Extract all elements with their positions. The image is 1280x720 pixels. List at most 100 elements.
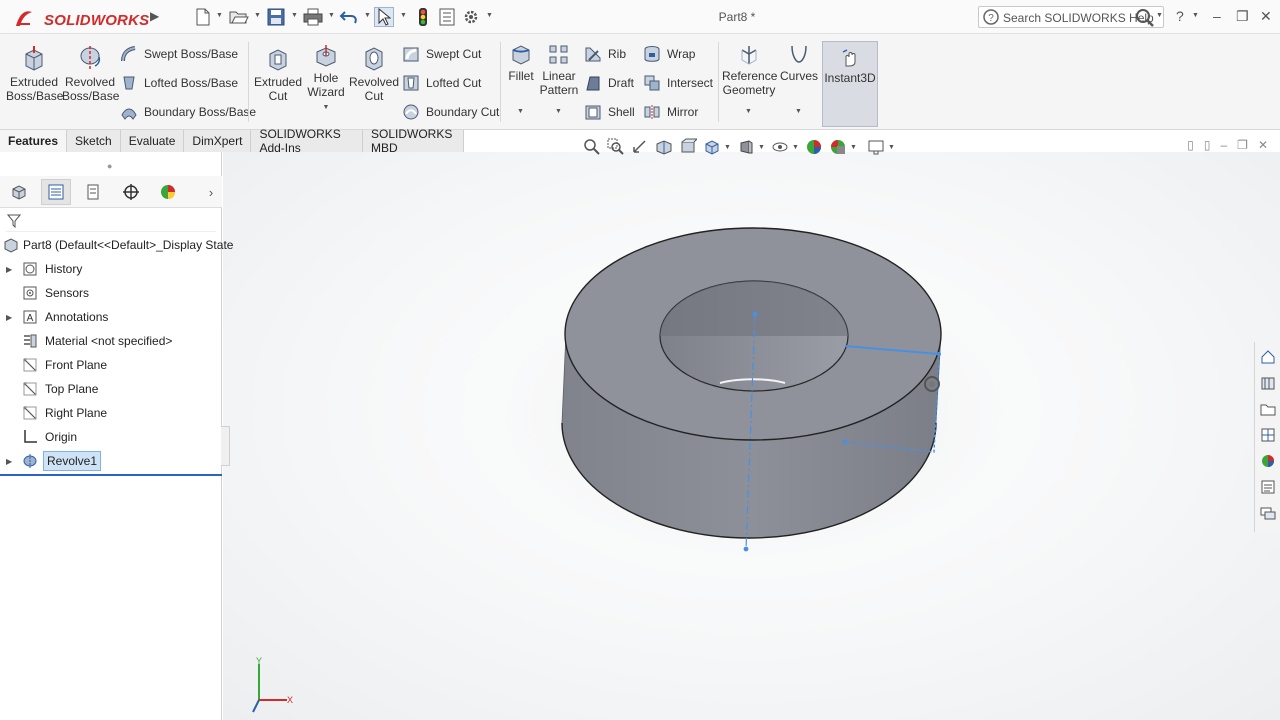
view-orientation-icon[interactable] [700, 137, 724, 157]
help-dropdown-caret[interactable]: ▼ [1192, 12, 1199, 19]
washer-part[interactable] [561, 227, 942, 539]
forum-icon[interactable] [1258, 502, 1278, 524]
lofted-cut-button[interactable]: Lofted Cut [402, 72, 481, 94]
tree-item-material[interactable]: Material <not specified> [0, 330, 222, 352]
search-dropdown-caret[interactable]: ▼ [1156, 12, 1163, 19]
dynamic-annotation-icon[interactable] [676, 137, 700, 157]
tab-solidworks-mbd[interactable]: SOLIDWORKS MBD [363, 127, 464, 155]
new-dropdown-caret[interactable]: ▼ [216, 12, 223, 19]
tab-sketch[interactable]: Sketch [67, 130, 121, 152]
save-icon[interactable] [266, 7, 286, 27]
expand-arrow-icon[interactable]: ▶ [6, 457, 12, 466]
extruded-boss-base-button[interactable]: Extruded Boss/Base [6, 44, 63, 103]
revolved-cut-button[interactable]: Revolved Cut [348, 44, 400, 103]
expand-arrow-icon[interactable]: ▶ [6, 313, 12, 322]
hole-wizard-button[interactable]: Hole Wizard ▼ [304, 44, 348, 115]
view-settings-caret[interactable]: ▼ [888, 144, 898, 151]
zoom-to-area-icon[interactable] [604, 137, 628, 157]
boundary-boss-base-button[interactable]: Boundary Boss/Base [120, 101, 256, 123]
tab-evaluate[interactable]: Evaluate [120, 130, 185, 152]
tree-item-annotations[interactable]: ▶ A Annotations [0, 306, 222, 328]
panel-right-icon[interactable]: ▯ [1204, 138, 1211, 152]
open-dropdown-caret[interactable]: ▼ [254, 12, 261, 19]
wrap-button[interactable]: Wrap [643, 43, 695, 65]
menu-expand-icon[interactable]: ▶ [150, 9, 159, 23]
options-dropdown-caret[interactable]: ▼ [486, 12, 493, 19]
mirror-button[interactable]: Mirror [643, 101, 698, 123]
view-palette-icon[interactable] [1258, 424, 1278, 446]
tree-item-sensors[interactable]: Sensors [0, 282, 222, 304]
open-document-icon[interactable] [229, 7, 249, 27]
rebuild-icon[interactable] [413, 7, 433, 27]
design-library-icon[interactable] [1258, 372, 1278, 394]
hide-show-caret[interactable]: ▼ [792, 144, 802, 151]
display-style-caret[interactable]: ▼ [758, 144, 768, 151]
hole-wizard-caret[interactable]: ▼ [304, 101, 348, 115]
zoom-to-fit-icon[interactable] [580, 137, 604, 157]
options-gear-icon[interactable] [461, 7, 481, 27]
shell-button[interactable]: Shell [584, 101, 635, 123]
fillet-button[interactable]: Fillet [505, 44, 537, 83]
tree-item-top-plane[interactable]: Top Plane [0, 378, 222, 400]
hide-show-items-icon[interactable] [768, 137, 792, 157]
display-style-icon[interactable] [734, 137, 758, 157]
revolved-boss-base-button[interactable]: Revolved Boss/Base [62, 44, 119, 103]
expand-arrow-icon[interactable]: ▶ [6, 265, 12, 274]
tree-item-origin[interactable]: Origin [0, 426, 222, 448]
feature-tree-filter[interactable] [6, 212, 216, 232]
model-canvas[interactable]: Y X [223, 152, 1280, 720]
view-triad[interactable]: Y X [252, 656, 293, 713]
file-explorer-icon[interactable] [1258, 398, 1278, 420]
reference-geometry-button[interactable]: Reference Geometry [722, 44, 777, 97]
reference-geometry-caret[interactable]: ▼ [745, 108, 752, 115]
save-dropdown-caret[interactable]: ▼ [291, 12, 298, 19]
feature-manager-tab-icon[interactable] [4, 179, 34, 205]
select-cursor-icon[interactable] [374, 7, 394, 27]
help-button[interactable]: ? [1176, 8, 1184, 24]
new-document-icon[interactable] [193, 7, 213, 27]
search-icon[interactable] [1135, 8, 1155, 31]
graphics-area[interactable]: Y X [223, 152, 1280, 720]
undo-dropdown-caret[interactable]: ▼ [364, 12, 371, 19]
select-dropdown-caret[interactable]: ▼ [400, 12, 407, 19]
configuration-manager-tab-icon[interactable] [78, 179, 108, 205]
swept-cut-button[interactable]: Swept Cut [402, 43, 481, 65]
draft-button[interactable]: Draft [584, 72, 634, 94]
tree-item-revolve1[interactable]: ▶ Revolve1 [0, 450, 222, 472]
swept-boss-base-button[interactable]: Swept Boss/Base [120, 43, 238, 65]
custom-properties-icon[interactable] [1258, 476, 1278, 498]
viewport-restore-icon[interactable]: ❐ [1237, 138, 1248, 152]
appearances-icon[interactable] [1258, 450, 1278, 472]
section-view-icon[interactable] [652, 137, 676, 157]
dimxpert-manager-tab-icon[interactable] [116, 179, 146, 205]
restore-button[interactable]: ❐ [1236, 8, 1249, 25]
display-manager-tab-icon[interactable] [153, 179, 183, 205]
apply-scene-icon[interactable] [826, 137, 850, 157]
undo-icon[interactable] [339, 7, 359, 27]
view-orientation-caret[interactable]: ▼ [724, 144, 734, 151]
edit-appearance-icon[interactable] [802, 137, 826, 157]
boundary-cut-button[interactable]: Boundary Cut [402, 101, 499, 123]
rollback-bar[interactable] [0, 474, 222, 476]
tree-item-right-plane[interactable]: Right Plane [0, 402, 222, 424]
apply-scene-caret[interactable]: ▼ [850, 144, 864, 151]
solidworks-logo[interactable]: SOLIDWORKS [10, 6, 150, 30]
panel-resize-handle[interactable] [221, 426, 230, 466]
search-input[interactable]: Search SOLIDWORKS Help [1003, 11, 1154, 25]
fillet-caret[interactable]: ▼ [517, 108, 524, 115]
minimize-button[interactable]: – [1213, 8, 1221, 24]
rib-button[interactable]: Rib [584, 43, 626, 65]
view-settings-icon[interactable] [864, 137, 888, 157]
curves-caret[interactable]: ▼ [795, 108, 802, 115]
tree-item-front-plane[interactable]: Front Plane [0, 354, 222, 376]
instant3d-button[interactable]: Instant3D [822, 41, 878, 127]
property-manager-tab-icon[interactable] [41, 179, 71, 205]
print-dropdown-caret[interactable]: ▼ [328, 12, 335, 19]
viewport-close-icon[interactable]: ✕ [1258, 138, 1268, 152]
close-button[interactable]: ✕ [1260, 8, 1272, 25]
panel-grip-icon[interactable]: ● [107, 161, 112, 171]
tree-root-part[interactable]: Part8 (Default<<Default>_Display State [0, 234, 233, 256]
tab-features[interactable]: Features [0, 130, 68, 152]
search-help-box[interactable]: ? Search SOLIDWORKS Help [978, 6, 1164, 28]
tab-solidworks-add-ins[interactable]: SOLIDWORKS Add-Ins [251, 127, 363, 155]
